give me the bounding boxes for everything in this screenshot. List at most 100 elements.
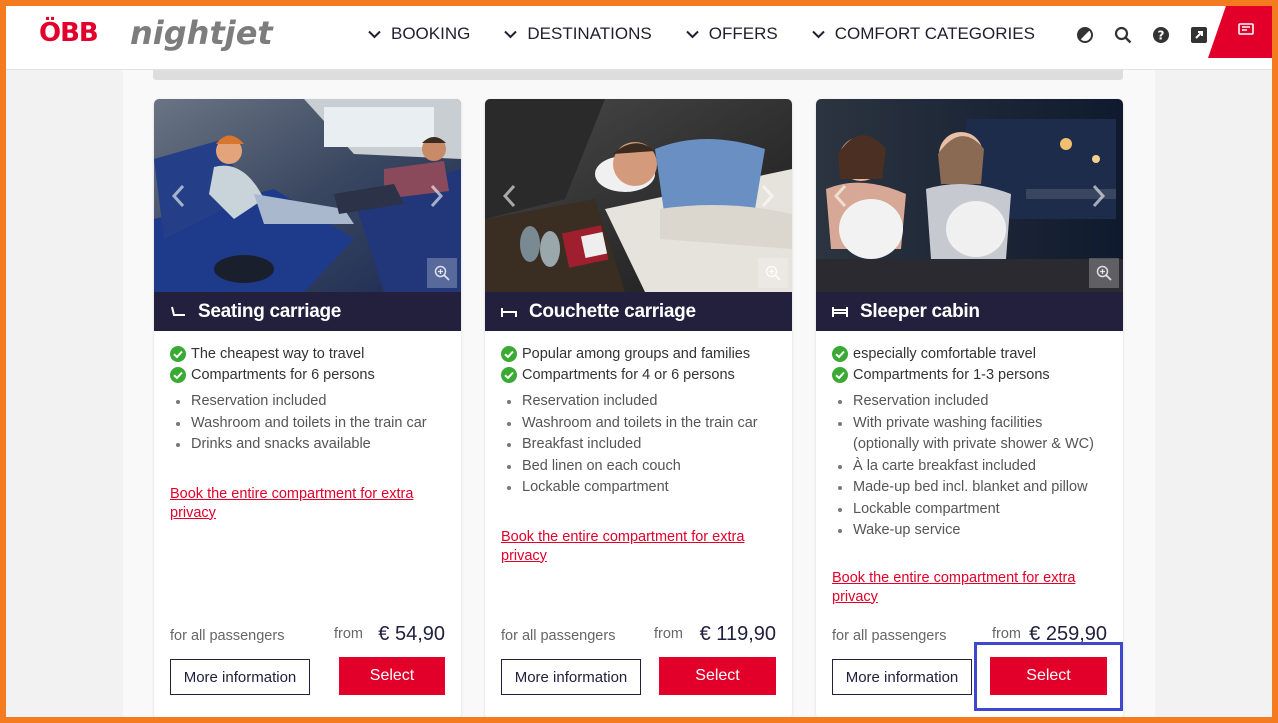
nav-label: BOOKING — [391, 24, 471, 43]
nightjet-logo[interactable]: nightjet — [130, 14, 273, 52]
panel-top-strip — [153, 70, 1123, 80]
carousel-prev[interactable] — [164, 179, 192, 213]
chevron-left-icon — [502, 184, 516, 208]
chevron-left-icon — [833, 184, 847, 208]
chevron-down-icon — [368, 30, 381, 38]
chevron-right-icon — [1092, 184, 1106, 208]
for-all-passengers: for all passengers — [832, 628, 947, 644]
zoom-in-icon — [434, 265, 450, 281]
price-from: from — [992, 626, 1021, 642]
feature-item: Drinks and snacks available — [170, 434, 445, 456]
external-link-icon[interactable] — [1188, 24, 1210, 46]
feature-list: Reservation included With private washin… — [832, 391, 1107, 542]
highlight-item: The cheapest way to travel — [170, 343, 445, 364]
book-compartment-link[interactable]: Book the entire compartment for extra pr… — [832, 569, 1092, 606]
nav-label: COMFORT CATEGORIES — [834, 24, 1035, 43]
card-title: Couchette carriage — [485, 292, 792, 331]
highlight-text: The cheapest way to travel — [191, 345, 365, 362]
card-title: Sleeper cabin — [816, 292, 1123, 331]
price-row: for all passengers from € 119,90 — [501, 623, 776, 649]
card-photo[interactable] — [816, 99, 1123, 292]
highlight-item: Compartments for 6 persons — [170, 364, 445, 385]
svg-text:?: ? — [1158, 29, 1165, 43]
carousel-prev[interactable] — [495, 179, 523, 213]
card-title-text: Couchette carriage — [529, 300, 696, 322]
card-photo[interactable] — [485, 99, 792, 292]
more-information-button[interactable]: More information — [501, 659, 641, 695]
card-photo[interactable] — [154, 99, 461, 292]
chevron-left-icon — [171, 184, 185, 208]
card-body: The cheapest way to travel Compartments … — [154, 331, 461, 456]
highlight-item: Popular among groups and families — [501, 343, 776, 364]
highlight-item: Compartments for 1-3 persons — [832, 364, 1107, 385]
carousel-next[interactable] — [754, 179, 782, 213]
highlight-item: especially comfortable travel — [832, 343, 1107, 364]
search-icon[interactable] — [1112, 24, 1134, 46]
help-icon[interactable]: ? — [1150, 24, 1172, 46]
nav-comfort-categories[interactable]: COMFORT CATEGORIES — [811, 24, 1035, 44]
main-nav: BOOKING DESTINATIONS OFFERS COMFORT CATE… — [368, 24, 1069, 44]
select-button[interactable]: Select — [990, 657, 1107, 695]
card-title-text: Seating carriage — [198, 300, 342, 322]
nav-booking[interactable]: BOOKING — [368, 24, 470, 44]
card-sleeper: Sleeper cabin especially comfortable tra… — [816, 99, 1123, 717]
feature-item: Washroom and toilets in the train car — [170, 413, 445, 435]
feature-item: À la carte breakfast included — [832, 456, 1107, 478]
zoom-in-icon — [1096, 265, 1112, 281]
site-header: ÖBB nightjet BOOKING DESTINATIONS OFFERS… — [6, 6, 1272, 70]
book-compartment-link[interactable]: Book the entire compartment for extra pr… — [501, 528, 761, 565]
check-circle-icon — [170, 345, 186, 362]
feature-item: Lockable compartment — [501, 477, 776, 499]
highlight-text: Compartments for 4 or 6 persons — [522, 366, 735, 383]
obb-logo[interactable]: ÖBB — [39, 18, 99, 48]
nav-offers[interactable]: OFFERS — [686, 24, 778, 44]
header-tools: ? — [1074, 24, 1226, 46]
ticket-button[interactable] — [1208, 6, 1272, 58]
check-circle-icon — [832, 345, 848, 362]
nav-destinations[interactable]: DESTINATIONS — [504, 24, 652, 44]
select-button[interactable]: Select — [659, 657, 776, 695]
highlight-text: Popular among groups and families — [522, 345, 751, 362]
check-circle-icon — [170, 366, 186, 383]
chevron-down-icon — [686, 30, 699, 38]
highlight-text: Compartments for 6 persons — [191, 366, 375, 383]
card-seating: Seating carriage The cheapest way to tra… — [154, 99, 461, 717]
select-button[interactable]: Select — [339, 657, 445, 695]
feature-item: Made-up bed incl. blanket and pillow — [832, 477, 1107, 499]
zoom-button[interactable] — [1089, 258, 1119, 288]
carousel-next[interactable] — [1085, 179, 1113, 213]
feature-item: Lockable compartment — [832, 499, 1107, 521]
more-information-button[interactable]: More information — [170, 659, 310, 695]
price-value: € 54,90 — [378, 623, 445, 645]
feature-item: Wake-up service — [832, 520, 1107, 542]
more-information-button[interactable]: More information — [832, 659, 972, 695]
zoom-button[interactable] — [427, 258, 457, 288]
check-circle-icon — [501, 366, 517, 383]
contrast-icon[interactable] — [1074, 24, 1096, 46]
nav-label: OFFERS — [708, 24, 778, 43]
highlight-text: Compartments for 1-3 persons — [853, 366, 1050, 383]
book-compartment-link[interactable]: Book the entire compartment for extra pr… — [170, 485, 430, 522]
price-value: € 259,90 — [1029, 623, 1107, 645]
carousel-prev[interactable] — [826, 179, 854, 213]
card-title-text: Sleeper cabin — [860, 300, 980, 322]
browser-viewport: ÖBB nightjet BOOKING DESTINATIONS OFFERS… — [6, 6, 1272, 717]
feature-item: Reservation included — [170, 391, 445, 413]
nav-label: DESTINATIONS — [527, 24, 652, 43]
feature-list: Reservation included Washroom and toilet… — [501, 391, 776, 499]
card-title: Seating carriage — [154, 292, 461, 331]
highlight-text: especially comfortable travel — [853, 345, 1036, 362]
ticket-icon — [1238, 23, 1254, 35]
feature-item: Washroom and toilets in the train car — [501, 413, 776, 435]
feature-list: Reservation included Washroom and toilet… — [170, 391, 445, 456]
price-value: € 119,90 — [699, 623, 776, 645]
feature-item: With private washing facilities (optiona… — [832, 413, 1102, 456]
price-from: from — [334, 626, 363, 642]
card-body: especially comfortable travel Compartmen… — [816, 331, 1123, 542]
check-circle-icon — [832, 366, 848, 383]
price-from: from — [654, 626, 683, 642]
feature-item: Breakfast included — [501, 434, 776, 456]
zoom-button[interactable] — [758, 258, 788, 288]
carousel-next[interactable] — [423, 179, 451, 213]
comfort-panel: Seating carriage The cheapest way to tra… — [123, 70, 1155, 717]
